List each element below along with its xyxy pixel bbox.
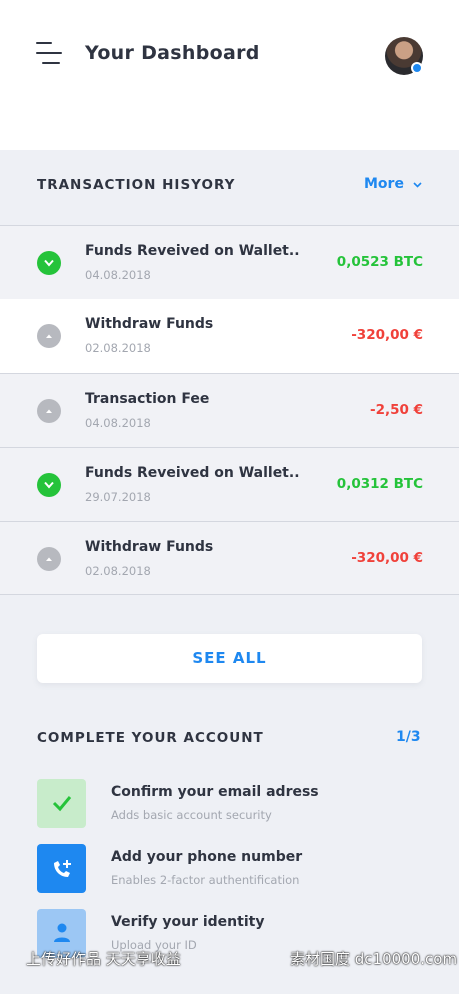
arrow-up-icon	[37, 547, 61, 571]
complete-account-title: COMPLETE YOUR ACCOUNT	[37, 730, 264, 746]
menu-icon	[36, 42, 52, 44]
transaction-row[interactable]: Withdraw Funds 02.08.2018 -320,00 €	[0, 521, 459, 595]
transaction-title: Withdraw Funds	[85, 539, 214, 555]
transaction-title: Funds Reveived on Wallet..	[85, 243, 300, 259]
watermark-left: 上传好作品 天天享收益	[26, 950, 181, 968]
transaction-row[interactable]: Withdraw Funds 02.08.2018 -320,00 €	[0, 299, 459, 373]
chevron-down-icon[interactable]	[413, 180, 422, 191]
online-status-dot	[411, 62, 423, 74]
transaction-amount: 0,0312 BTC	[336, 476, 423, 492]
step-title: Add your phone number	[111, 849, 303, 865]
arrow-up-icon	[37, 399, 61, 423]
menu-button[interactable]	[36, 42, 64, 68]
transaction-title: Funds Reveived on Wallet..	[85, 465, 300, 481]
transaction-row[interactable]: Transaction Fee 04.08.2018 -2,50 €	[0, 373, 459, 447]
phone-plus-icon	[37, 844, 86, 893]
transaction-list: Funds Reveived on Wallet.. 04.08.2018 0,…	[0, 225, 459, 595]
menu-icon-line	[36, 52, 62, 54]
transaction-date: 02.08.2018	[85, 564, 151, 578]
transaction-amount: -320,00 €	[351, 327, 423, 343]
arrow-down-icon	[37, 251, 61, 275]
transaction-title: Withdraw Funds	[85, 316, 214, 332]
see-all-button[interactable]: SEE ALL	[37, 634, 422, 683]
step-title: Verify your identity	[111, 914, 265, 930]
step-add-phone[interactable]: Add your phone number Enables 2-factor a…	[0, 844, 459, 900]
transaction-date: 04.08.2018	[85, 268, 151, 282]
menu-icon-line	[42, 62, 60, 64]
check-icon	[37, 779, 86, 828]
watermark-right: 素材国度 dc10000.com	[290, 950, 458, 968]
transaction-row[interactable]: Funds Reveived on Wallet.. 29.07.2018 0,…	[0, 447, 459, 521]
transaction-amount: 0,0523 BTC	[336, 254, 423, 270]
arrow-down-icon	[37, 473, 61, 497]
page-title: Your Dashboard	[85, 42, 260, 64]
transaction-row[interactable]: Funds Reveived on Wallet.. 04.08.2018 0,…	[0, 225, 459, 299]
step-subtitle: Enables 2-factor authentification	[111, 873, 300, 887]
transaction-amount: -320,00 €	[351, 550, 423, 566]
header-wave	[0, 95, 459, 135]
transaction-amount: -2,50 €	[369, 402, 423, 418]
more-button[interactable]: More	[364, 176, 404, 192]
transaction-date: 02.08.2018	[85, 341, 151, 355]
arrow-up-icon	[37, 324, 61, 348]
transaction-date: 04.08.2018	[85, 416, 151, 430]
account-progress: 1/3	[396, 729, 421, 745]
transaction-date: 29.07.2018	[85, 490, 151, 504]
step-subtitle: Adds basic account security	[111, 808, 272, 822]
transaction-title: Transaction Fee	[85, 391, 210, 407]
step-confirm-email[interactable]: Confirm your email adress Adds basic acc…	[0, 779, 459, 835]
transaction-history-title: TRANSACTION HISYORY	[37, 177, 236, 193]
step-title: Confirm your email adress	[111, 784, 319, 800]
